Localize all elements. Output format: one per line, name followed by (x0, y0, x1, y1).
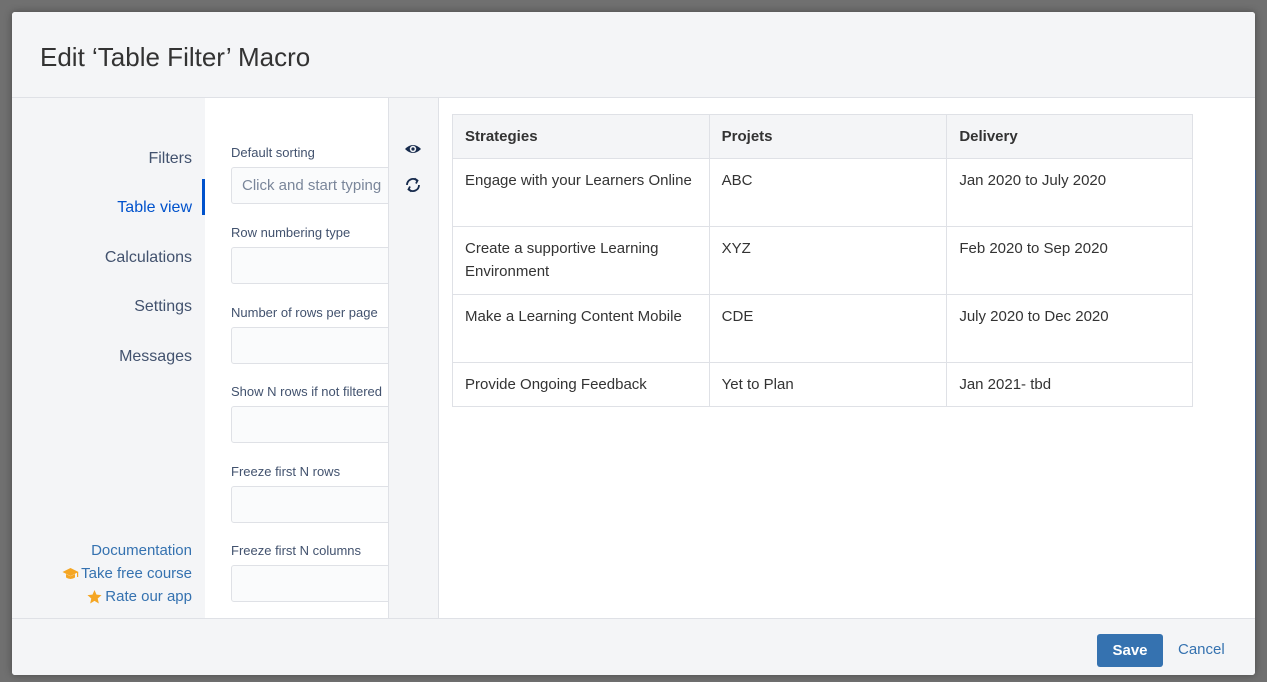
refresh-icon[interactable] (404, 176, 422, 194)
dialog-title: Edit ‘Table Filter’ Macro (40, 42, 311, 72)
nav-item-table-view[interactable]: Table view (117, 199, 192, 217)
dialog-footer: Save Cancel (12, 618, 1255, 675)
nav-item-messages[interactable]: Messages (119, 348, 192, 366)
show-n-rows-input[interactable] (231, 406, 388, 443)
rate-our-app-link[interactable]: Rate our app (86, 588, 192, 605)
nav-item-filters[interactable]: Filters (148, 150, 192, 168)
column-header-projets[interactable]: Projets (708, 114, 948, 159)
column-header-strategies[interactable]: Strategies (452, 114, 710, 159)
cancel-link[interactable]: Cancel (1178, 641, 1225, 658)
take-free-course-link[interactable]: Take free course (62, 565, 192, 582)
table-cell: XYZ (708, 226, 948, 295)
table-cell: Make a Learning Content Mobile (452, 294, 710, 363)
preview-toolbar (388, 98, 439, 618)
table-row: Make a Learning Content Mobile CDE July … (452, 294, 1193, 363)
dialog-header: Edit ‘Table Filter’ Macro (12, 12, 1255, 98)
table-cell: Feb 2020 to Sep 2020 (946, 226, 1193, 295)
nav-item-settings[interactable]: Settings (134, 298, 192, 316)
eye-icon[interactable] (404, 140, 422, 158)
table-view-form: Default sorting Row numbering type Numbe… (205, 98, 388, 618)
table-header-row: Strategies Projets Delivery (452, 114, 1193, 159)
default-sorting-input[interactable] (231, 167, 388, 204)
rate-our-app-link-label: Rate our app (105, 588, 192, 605)
table-row: Engage with your Learners Online ABC Jan… (452, 158, 1193, 227)
table-cell: Jan 2020 to July 2020 (946, 158, 1193, 227)
documentation-link-label: Documentation (91, 542, 192, 559)
show-n-rows-label: Show N rows if not filtered (231, 384, 383, 399)
table-preview: Strategies Projets Delivery Engage with … (439, 98, 1255, 618)
table-cell: ABC (708, 158, 948, 227)
freeze-rows-input[interactable] (231, 486, 388, 523)
freeze-columns-label: Freeze first N columns (231, 543, 362, 558)
graduation-cap-icon (62, 567, 79, 581)
row-numbering-type-input[interactable] (231, 247, 388, 284)
table-cell: Yet to Plan (708, 362, 948, 407)
take-free-course-link-label: Take free course (81, 565, 192, 582)
macro-settings-nav: Filters Table view Calculations Settings… (12, 98, 205, 618)
table-cell: Jan 2021- tbd (946, 362, 1193, 407)
freeze-columns-input[interactable] (231, 565, 388, 602)
rows-per-page-input[interactable] (231, 327, 388, 364)
table-cell: Create a supportive Learning Environment (452, 226, 710, 295)
star-icon (86, 589, 103, 605)
table-row: Create a supportive Learning Environment… (452, 226, 1193, 295)
row-numbering-type-label: Row numbering type (231, 225, 351, 240)
background-page-edge-right (1255, 170, 1267, 570)
nav-item-calculations[interactable]: Calculations (105, 249, 192, 267)
table-row: Provide Ongoing Feedback Yet to Plan Jan… (452, 362, 1193, 407)
rows-per-page-label: Number of rows per page (231, 305, 378, 320)
save-button[interactable]: Save (1097, 634, 1163, 667)
table-cell: July 2020 to Dec 2020 (946, 294, 1193, 363)
documentation-link[interactable]: Documentation (91, 542, 192, 559)
macro-edit-dialog: Edit ‘Table Filter’ Macro Filters Table … (12, 12, 1255, 675)
table-cell: Engage with your Learners Online (452, 158, 710, 227)
preview-table: Strategies Projets Delivery Engage with … (452, 114, 1193, 407)
default-sorting-label: Default sorting (231, 145, 315, 160)
table-cell: CDE (708, 294, 948, 363)
freeze-rows-label: Freeze first N rows (231, 464, 341, 479)
column-header-delivery[interactable]: Delivery (946, 114, 1193, 159)
table-cell: Provide Ongoing Feedback (452, 362, 710, 407)
